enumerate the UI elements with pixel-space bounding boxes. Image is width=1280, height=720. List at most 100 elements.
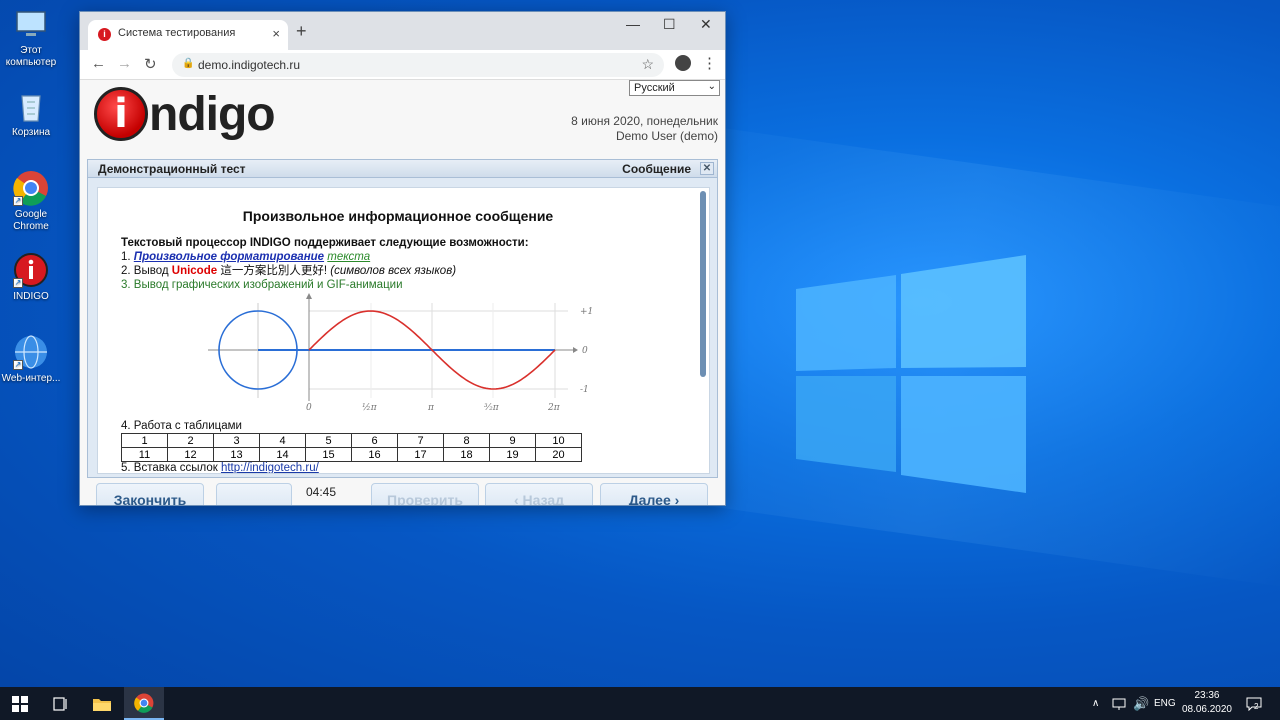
check-button[interactable]: Проверить — [371, 483, 479, 505]
message-body: Текстовый процессор INDIGO поддерживает … — [121, 236, 529, 292]
taskbar-chrome[interactable] — [124, 687, 164, 720]
computer-icon — [13, 6, 49, 42]
clock-time: 23:36 — [1194, 690, 1220, 701]
current-date: 8 июня 2020, понедельник — [571, 114, 718, 128]
timer: 04:45 — [306, 485, 337, 499]
address-bar[interactable]: 🔒 demo.indigotech.ru ☆ — [172, 53, 664, 77]
close-tab-icon[interactable]: × — [272, 26, 280, 41]
maximize-button[interactable]: ☐ — [663, 16, 676, 33]
item-number: 1. — [121, 251, 131, 263]
date-user-info: 8 июня 2020, понедельник Demo User (demo… — [571, 114, 718, 144]
blank-button[interactable] — [216, 483, 292, 505]
table-cell: 8 — [443, 433, 490, 448]
test-button-bar: Закончить 04:45 Проверить ‹ Назад Далее … — [87, 478, 718, 505]
y-tick-label: 0 — [582, 346, 588, 356]
start-button[interactable] — [0, 687, 40, 720]
chevron-down-icon: ⌄ — [707, 81, 716, 92]
current-user: Demo User (demo) — [615, 129, 718, 143]
y-tick-label: -1 — [580, 385, 589, 395]
folder-icon — [93, 698, 111, 711]
desktop-icon-this-pc[interactable]: Этот компьютер — [0, 6, 62, 69]
table-cell: 20 — [535, 447, 582, 462]
forward-arrow-icon[interactable]: → — [117, 55, 132, 72]
close-panel-icon[interactable]: ✕ — [700, 162, 714, 175]
browser-menu-icon[interactable]: ⋮ — [702, 54, 717, 72]
test-header-bar: Демонстрационный тест Сообщение ✕ — [87, 159, 718, 178]
taskbar: ∧ 🔊 ENG 23:36 08.06.2020 2 — [0, 687, 1280, 720]
desktop-icon-web-interface[interactable]: ↗ Web-интер... — [0, 334, 62, 385]
indigo-logo: i ndigo — [94, 84, 276, 144]
table-cell: 13 — [213, 447, 260, 462]
y-tick-label: +1 — [580, 307, 593, 317]
minimize-button[interactable]: — — [626, 16, 640, 32]
finish-button[interactable]: Закончить — [96, 483, 204, 505]
logo-i-circle: i — [94, 87, 148, 141]
browser-window: i Система тестирования × + — ☐ ✕ ← → ↻ 🔒… — [79, 11, 726, 506]
x-tick-label: ³⁄₂π — [484, 403, 500, 413]
tray-chevron-icon[interactable]: ∧ — [1092, 687, 1099, 720]
table-cell: 2 — [167, 433, 214, 448]
table-row: 1 2 3 4 5 6 7 8 9 10 — [121, 433, 582, 448]
desktop-icon-google-chrome[interactable]: ↗ Google Chrome — [0, 170, 62, 233]
shortcut-arrow-icon: ↗ — [13, 196, 23, 206]
x-tick-label: ½π — [362, 402, 378, 413]
desktop-icon-label: Корзина — [11, 127, 51, 138]
feature-line-4: 4. Работа с таблицами — [121, 420, 242, 432]
clock[interactable]: 23:36 08.06.2020 — [1182, 689, 1232, 717]
panel-label: Сообщение — [622, 162, 691, 176]
volume-icon[interactable]: 🔊 — [1133, 687, 1149, 720]
address-toolbar: ← → ↻ 🔒 demo.indigotech.ru ☆ ⋮ — [80, 50, 725, 80]
language-select[interactable]: Русский ⌄ — [629, 80, 720, 96]
links-label: 5. Вставка ссылок — [121, 462, 218, 474]
number-table: 1 2 3 4 5 6 7 8 9 10 11 12 13 14 15 16 17 18 19 20 — [121, 433, 582, 462]
language-value: Русский — [634, 82, 675, 94]
table-cell: 11 — [121, 447, 168, 462]
table-cell: 15 — [305, 447, 352, 462]
notifications-button[interactable]: 2 — [1246, 687, 1262, 720]
bookmark-star-icon[interactable]: ☆ — [641, 56, 654, 73]
language-indicator[interactable]: ENG — [1154, 687, 1176, 720]
task-view-icon — [53, 696, 67, 711]
feature-line-5: 5. Вставка ссылок http://indigotech.ru/ — [121, 462, 319, 474]
x-tick-label: 2π — [547, 403, 561, 413]
table-cell: 12 — [167, 447, 214, 462]
shortcut-arrow-icon: ↗ — [13, 360, 23, 370]
new-tab-button[interactable]: + — [296, 21, 307, 42]
page-content: i ndigo Русский ⌄ 8 июня 2020, понедельн… — [80, 80, 725, 505]
table-cell: 4 — [259, 433, 306, 448]
back-arrow-icon[interactable]: ← — [91, 55, 106, 72]
account-avatar-icon[interactable] — [675, 55, 691, 71]
table-cell: 1 — [121, 433, 168, 448]
desktop-icon-recycle-bin[interactable]: Корзина — [0, 88, 62, 139]
message-box: Произвольное информационное сообщение Те… — [97, 187, 710, 474]
message-panel: Произвольное информационное сообщение Те… — [87, 178, 718, 478]
reload-icon[interactable]: ↻ — [144, 55, 157, 73]
task-view-button[interactable] — [40, 687, 80, 720]
notification-count: 2 — [1254, 702, 1259, 711]
lock-icon: 🔒 — [182, 58, 195, 69]
next-button[interactable]: Далее › — [600, 483, 708, 505]
close-window-button[interactable]: ✕ — [700, 16, 712, 33]
unicode-chars: 這一方案比別人更好! — [220, 265, 328, 277]
table-cell: 18 — [443, 447, 490, 462]
back-button[interactable]: ‹ Назад — [485, 483, 593, 505]
table-cell: 14 — [259, 447, 306, 462]
browser-tab[interactable]: i Система тестирования × — [88, 20, 288, 50]
indigo-favicon-icon: i — [98, 28, 111, 41]
chrome-icon: ↗ — [13, 170, 49, 206]
indigotech-link[interactable]: http://indigotech.ru/ — [221, 462, 319, 473]
table-cell: 5 — [305, 433, 352, 448]
feature-line-3: 3. Вывод графических изображений и GIF-а… — [121, 279, 403, 291]
table-cell: 16 — [351, 447, 398, 462]
unicode-word: Unicode — [171, 265, 218, 277]
scrollbar-thumb[interactable] — [700, 191, 706, 377]
desktop-icon-label: Google Chrome — [13, 209, 49, 232]
taskbar-file-explorer[interactable] — [82, 687, 122, 720]
network-icon[interactable] — [1112, 687, 1126, 720]
desktop-icon-indigo[interactable]: ↗ INDIGO — [0, 252, 62, 303]
table-cell: 17 — [397, 447, 444, 462]
test-title: Демонстрационный тест — [98, 162, 246, 176]
formatting-text-2: текста — [327, 251, 371, 263]
feature-line-2: 2. Вывод Unicode 這一方案比別人更好! (символов вс… — [121, 264, 529, 278]
message-intro: Текстовый процессор INDIGO поддерживает … — [121, 237, 529, 249]
